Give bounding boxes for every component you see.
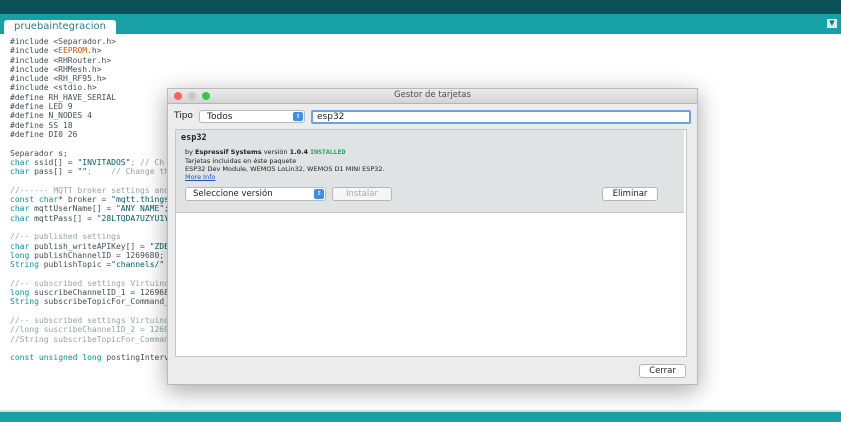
code-token: Separador s; [10,148,68,158]
tab-bar [0,14,841,34]
code-token: "28LTQDA7UZYU1Y [96,213,169,223]
updown-arrow-icon: ⇕ [293,112,303,121]
code-token: subscribeTopicFor_Command_ [38,297,169,307]
code-token: //-- subscribed settings Virtuino [10,315,169,325]
installed-badge: INSTALLED [310,148,346,156]
code-line: #include <RHRouter.h> [10,56,836,65]
status-bar [0,412,841,422]
code-token: pass[] = [29,167,78,177]
code-token: #define DI0 26 [10,129,78,139]
code-token: //------ MQTT broker settings and [10,185,169,195]
type-select[interactable]: Todos ⇕ [199,110,305,123]
code-token: "channels/" [111,260,169,270]
package-author: Espressif Systems [195,148,262,156]
code-token: publishChannelID = 1269680; [29,250,165,260]
code-token: char [10,167,30,177]
code-line: #include <Separador.h> [10,37,836,46]
code-token: #include <RHRouter.h> [10,55,112,65]
package-name: esp32 [181,133,207,143]
by-prefix: by [185,148,196,156]
code-token: EEPROM [58,46,88,56]
code-token: publish_writeAPIKey[] = [29,241,150,251]
code-token: suscribeChannelID_1 = 126968 [29,288,169,298]
code-token: char [10,241,30,251]
code-token: char [10,204,30,214]
code-token: long [82,353,102,363]
package-version: 1.0.4 [289,148,309,156]
close-button[interactable]: Cerrar [639,364,686,378]
code-token: #define RH_HAVE_SERIAL [10,92,116,102]
code-token: long [10,250,30,260]
package-author-line: by Espressif Systems versión 1.0.4 INSTA… [185,148,345,156]
list-item[interactable]: esp32 by Espressif Systems versión 1.0.4… [176,130,684,213]
type-label: Tipo [174,111,193,121]
code-line: #include <EEPROM.h> [10,46,836,55]
code-line: #include <RH_RF95.h> [10,74,836,83]
board-list[interactable]: esp32 by Espressif Systems versión 1.0.4… [175,129,687,357]
code-token: ; // Change th [87,167,169,177]
tab-sketch[interactable]: pruebaintegracion [4,20,116,34]
code-token: "INVITADOS" [77,157,131,167]
search-input[interactable]: esp32 [311,110,691,124]
updown-arrow-icon: ⇕ [314,189,324,199]
code-token: #include < [10,46,59,56]
code-token: //-- published settings [10,232,121,242]
code-token: #include <Separador.h> [10,37,116,46]
code-token: String [10,297,39,307]
chevron-down-icon[interactable]: ▼ [827,19,837,28]
code-token: long [10,288,30,298]
code-token: mqttPass[] = [29,213,97,223]
code-token: mqttUserName[] = [29,204,116,214]
code-token: const [10,195,35,205]
code-token: String [10,260,39,270]
dialog-title: Gestor de tarjetas [394,90,471,100]
code-token: #include <RHMesh.h> [10,64,102,74]
code-token: "" [77,167,88,177]
code-token: const [10,353,35,363]
boards-label: Tarjetas incluidas en éste paquete [185,157,297,165]
code-token: //-- subscribed settings Virtuino [10,278,169,288]
dialog-title-bar: Gestor de tarjetas [168,89,697,104]
remove-button[interactable]: Eliminar [602,187,658,201]
code-token: //String subscribeTopicFor_Comman [10,334,169,344]
code-token: "mqtt.things [111,195,169,205]
code-token: unsigned [38,353,78,363]
code-token: "ANY NAME" [115,204,165,214]
code-token: ; // Ch [130,157,165,167]
type-select-value: Todos [207,112,233,122]
code-token: #define N_NODES 4 [10,111,92,121]
code-token: #define LED 9 [10,102,73,112]
filter-row: Tipo Todos ⇕ esp32 [174,110,692,124]
code-token: char [10,157,30,167]
version-prefix: versión [261,148,290,156]
more-info-link[interactable]: More Info [185,173,215,181]
version-select[interactable]: Seleccione versión ⇕ [185,187,326,201]
code-token: //long suscribeChannelID_2 = 1269 [10,325,169,335]
code-token: #define SS 18 [10,120,73,130]
code-line: #include <RHMesh.h> [10,65,836,74]
code-token: #include <RH_RF95.h> [10,74,107,84]
code-token: * broker = [58,195,112,205]
install-button[interactable]: Instalar [332,187,392,201]
window-title-bar [0,0,841,14]
code-token: #include <stdio.h> [10,83,97,93]
boards-list: ESP32 Dev Module, WEMOS LoLin32, WEMOS D… [185,165,385,173]
code-token: char [38,195,59,205]
code-token: char [10,213,30,223]
boards-manager-dialog: Gestor de tarjetas Tipo Todos ⇕ esp32 es… [167,88,698,385]
code-token: ssid[] = [29,157,78,167]
code-token: publishTopic = [38,260,112,270]
version-select-value: Seleccione versión [193,189,273,199]
code-token: .h> [87,46,102,56]
